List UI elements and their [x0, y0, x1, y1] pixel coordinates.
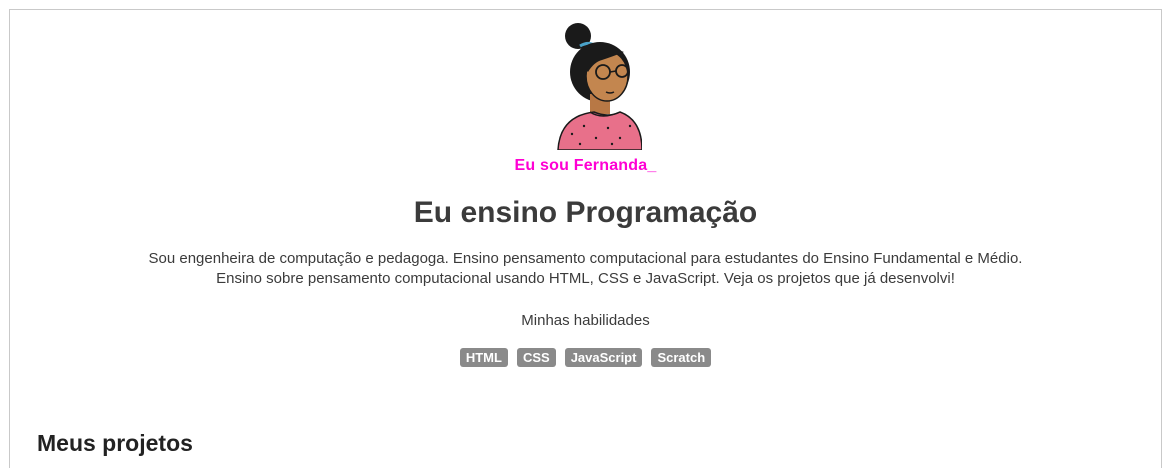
skill-badge-scratch: Scratch	[651, 348, 712, 367]
skill-badge-css: CSS	[516, 348, 556, 367]
skill-badge-javascript: JavaScript	[564, 348, 643, 367]
skill-badge-html: HTML	[459, 348, 508, 367]
profile-handle: Eu sou Fernanda_	[514, 157, 657, 174]
page-container: Eu sou Fernanda_ Eu ensino Programação S…	[9, 9, 1162, 468]
projects-heading: Meus projetos	[37, 430, 193, 456]
skills-heading: Minhas habilidades	[521, 312, 650, 329]
page-title: Eu ensino Programação	[413, 196, 758, 229]
avatar	[557, 23, 642, 150]
skills-list: HTML CSS JavaScript Scratch	[10, 348, 1161, 367]
bio-line-1: Sou engenheira de computação e pedagoga.…	[148, 250, 1023, 267]
bio-line-2: Ensino sobre pensamento computacional us…	[216, 270, 955, 287]
bio-text: Sou engenheira de computação e pedagoga.…	[10, 249, 1161, 289]
